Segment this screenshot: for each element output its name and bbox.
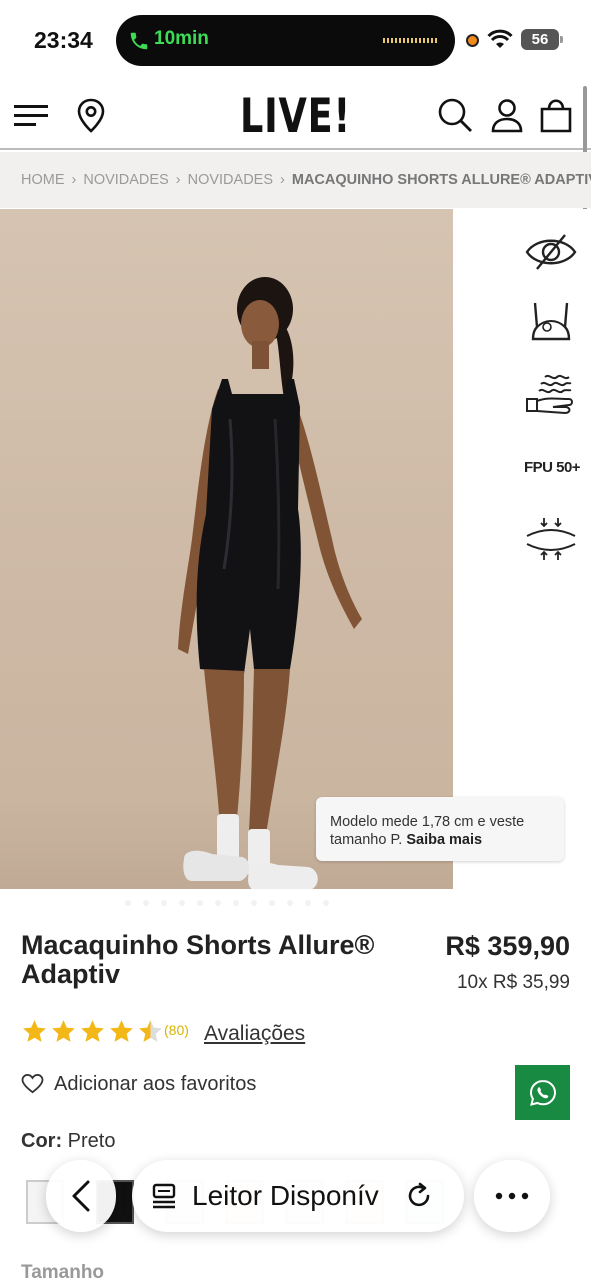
status-time: 23:34 bbox=[34, 27, 93, 53]
breadcrumb-current: MACAQUINHO SHORTS ALLURE® ADAPTIV bbox=[291, 172, 591, 188]
battery-icon: 56 bbox=[521, 29, 563, 50]
carousel-dots[interactable] bbox=[0, 900, 453, 914]
back-chevron-icon bbox=[72, 1180, 90, 1212]
carousel-dot[interactable] bbox=[178, 900, 185, 906]
star-icon bbox=[110, 1020, 133, 1042]
browser-more-button[interactable] bbox=[474, 1160, 550, 1232]
carousel-dot[interactable] bbox=[268, 900, 275, 906]
reload-icon[interactable] bbox=[404, 1181, 434, 1211]
reader-available-label: Leitor Disponív bbox=[192, 1180, 379, 1211]
breadcrumb-separator: › bbox=[280, 172, 285, 188]
status-bar: 23:34 10min 56 bbox=[0, 0, 591, 80]
tooltip-saiba-mais-link[interactable]: Saiba mais bbox=[406, 832, 482, 848]
phone-call-icon bbox=[130, 32, 148, 50]
model-size-tooltip: Modelo mede 1,78 cm e veste tamanho P. S… bbox=[316, 797, 564, 861]
carousel-dot[interactable] bbox=[124, 900, 131, 906]
product-photo[interactable] bbox=[0, 209, 453, 889]
more-icon bbox=[495, 1192, 529, 1200]
color-label: Cor: bbox=[21, 1130, 63, 1152]
installments: 10x R$ 35,99 bbox=[456, 972, 570, 993]
rating-count: (80) bbox=[164, 1022, 189, 1038]
whatsapp-icon bbox=[529, 1079, 556, 1106]
carousel-dot[interactable] bbox=[304, 900, 311, 906]
breadcrumb-novidades[interactable]: NOVIDADES bbox=[83, 172, 168, 188]
reader-icon bbox=[152, 1183, 176, 1209]
recording-indicator-icon bbox=[466, 34, 479, 47]
reader-mode-bar[interactable]: Leitor Disponív bbox=[132, 1160, 464, 1232]
color-selector-label: Cor: Preto bbox=[21, 1130, 115, 1153]
size-label: Tamanho bbox=[21, 1262, 105, 1280]
dynamic-island[interactable]: 10min bbox=[116, 15, 455, 66]
breathable-fabric-icon[interactable] bbox=[523, 369, 579, 419]
breadcrumb-separator: › bbox=[175, 172, 181, 188]
sports-bra-support-icon[interactable] bbox=[523, 297, 579, 347]
site-header: LIVE! bbox=[0, 80, 591, 150]
search-icon[interactable] bbox=[436, 96, 474, 134]
carousel-dot[interactable] bbox=[214, 900, 221, 906]
model-figure bbox=[178, 277, 362, 889]
whatsapp-button[interactable] bbox=[515, 1065, 570, 1120]
carousel-dot[interactable] bbox=[322, 900, 329, 906]
product-price: R$ 359,90 bbox=[445, 931, 570, 961]
fpu-uv-protection-label[interactable]: FPU 50+ bbox=[517, 459, 587, 476]
color-value: Preto bbox=[67, 1130, 116, 1152]
call-timer: 10min bbox=[154, 28, 209, 49]
carousel-dot[interactable] bbox=[250, 900, 257, 906]
audio-waveform-icon bbox=[383, 38, 437, 43]
menu-icon[interactable] bbox=[12, 96, 50, 134]
breadcrumb-novidades-2[interactable]: NOVIDADES bbox=[188, 172, 273, 188]
half-star-icon bbox=[139, 1020, 162, 1042]
product-title: Macaquinho Shorts Allure® Adaptiv bbox=[21, 930, 375, 989]
carousel-dot[interactable] bbox=[286, 900, 293, 906]
carousel-dot[interactable] bbox=[142, 900, 149, 906]
rating-stars[interactable] bbox=[21, 1018, 164, 1044]
carousel-dot[interactable] bbox=[160, 900, 167, 906]
feature-icons-column: FPU 50+ bbox=[453, 209, 591, 589]
heart-icon bbox=[21, 1074, 44, 1094]
star-icon bbox=[23, 1020, 46, 1042]
breadcrumb-home[interactable]: HOME bbox=[21, 172, 65, 188]
favorites-label: Adicionar aos favoritos bbox=[54, 1072, 257, 1095]
compression-icon[interactable] bbox=[523, 514, 579, 564]
carousel-dot[interactable] bbox=[196, 900, 203, 906]
shopping-bag-icon[interactable] bbox=[537, 96, 575, 134]
add-to-favorites-button[interactable]: Adicionar aos favoritos bbox=[21, 1070, 256, 1098]
breadcrumb: HOME › NOVIDADES › NOVIDADES › MACAQUINHO SHOR… bbox=[0, 152, 591, 208]
star-icon bbox=[81, 1020, 104, 1042]
star-icon bbox=[52, 1020, 75, 1042]
account-icon[interactable] bbox=[488, 96, 526, 134]
breadcrumb-separator: › bbox=[71, 172, 77, 188]
wifi-icon bbox=[487, 29, 513, 48]
browser-back-button[interactable] bbox=[46, 1160, 116, 1232]
carousel-dot[interactable] bbox=[232, 900, 239, 906]
opacity-eye-icon[interactable] bbox=[523, 227, 579, 277]
reviews-link[interactable]: Avaliações bbox=[204, 1022, 305, 1046]
